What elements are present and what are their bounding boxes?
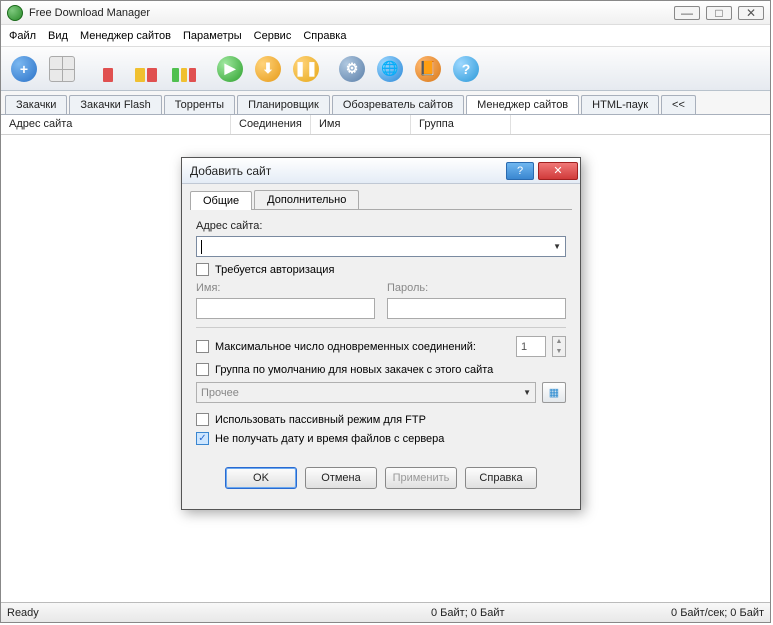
- tab-scheduler[interactable]: Планировщик: [237, 95, 330, 114]
- folder-plus-icon: ▦: [549, 386, 559, 399]
- auth-required-checkbox[interactable]: [196, 263, 209, 276]
- tab-sitemanager[interactable]: Менеджер сайтов: [466, 95, 579, 114]
- no-filedate-label: Не получать дату и время файлов с сервер…: [215, 433, 444, 445]
- schedule-button[interactable]: [129, 52, 163, 86]
- dialog-help-footer-button[interactable]: Справка: [465, 467, 537, 489]
- close-button[interactable]: ✕: [738, 6, 764, 20]
- site-address-label: Адрес сайта:: [196, 220, 566, 232]
- site-address-input[interactable]: ▼: [196, 236, 566, 257]
- cancel-button[interactable]: Отмена: [305, 467, 377, 489]
- book-icon: 📙: [415, 56, 441, 82]
- status-bytes: 0 Байт; 0 Байт: [431, 607, 505, 619]
- add-site-dialog: Добавить сайт ? ✕ Общие Дополнительно Ад…: [181, 157, 581, 510]
- menu-bar: Файл Вид Менеджер сайтов Параметры Серви…: [1, 25, 770, 47]
- tab-torrents[interactable]: Торренты: [164, 95, 235, 114]
- max-connections-spinner[interactable]: ▲▼: [552, 336, 566, 357]
- dialog-close-button[interactable]: ✕: [538, 162, 578, 180]
- menu-help[interactable]: Справка: [303, 30, 346, 42]
- docs-button[interactable]: 📙: [411, 52, 445, 86]
- chevron-down-icon[interactable]: ▼: [553, 242, 561, 251]
- pause-button[interactable]: ❚❚: [289, 52, 323, 86]
- start-button[interactable]: [167, 52, 201, 86]
- ok-button[interactable]: OK: [225, 467, 297, 489]
- tab-flash[interactable]: Закачки Flash: [69, 95, 161, 114]
- default-group-label: Группа по умолчанию для новых закачек с …: [215, 364, 493, 376]
- settings-button[interactable]: ⚙: [335, 52, 369, 86]
- dialog-footer: OK Отмена Применить Справка: [190, 457, 572, 501]
- chevron-down-icon: ▼: [523, 388, 531, 397]
- plus-icon: +: [11, 56, 37, 82]
- tab-collapse[interactable]: <<: [661, 95, 696, 114]
- maximize-button[interactable]: □: [706, 6, 732, 20]
- start-icon: [171, 56, 197, 82]
- pause-icon: ❚❚: [293, 56, 319, 82]
- apply-button[interactable]: Применить: [385, 467, 457, 489]
- password-input[interactable]: [387, 298, 566, 319]
- play-icon: ▶: [217, 56, 243, 82]
- tab-htmlspider[interactable]: HTML-паук: [581, 95, 659, 114]
- dialog-tab-advanced[interactable]: Дополнительно: [254, 190, 359, 209]
- no-filedate-checkbox[interactable]: [196, 432, 209, 445]
- globe-icon: 🌐: [377, 56, 403, 82]
- gear-icon: ⚙: [339, 56, 365, 82]
- batch-button[interactable]: [45, 52, 79, 86]
- default-group-checkbox[interactable]: [196, 363, 209, 376]
- max-connections-input[interactable]: [516, 336, 546, 357]
- dialog-title-bar[interactable]: Добавить сайт ? ✕: [182, 158, 580, 184]
- auth-required-label: Требуется авторизация: [215, 264, 334, 276]
- main-tabs: Закачки Закачки Flash Торренты Планировщ…: [1, 91, 770, 115]
- stop-icon: [95, 56, 121, 82]
- minimize-button[interactable]: —: [674, 6, 700, 20]
- tab-sitebrowser[interactable]: Обозреватель сайтов: [332, 95, 464, 114]
- title-bar: Free Download Manager — □ ✕: [1, 1, 770, 25]
- stop-button[interactable]: [91, 52, 125, 86]
- download-icon: ⬇: [255, 56, 281, 82]
- max-connections-label: Максимальное число одновременных соедине…: [215, 341, 510, 353]
- browser-button[interactable]: 🌐: [373, 52, 407, 86]
- username-label: Имя:: [196, 282, 375, 294]
- col-group[interactable]: Группа: [411, 115, 511, 134]
- help-icon: ?: [453, 56, 479, 82]
- col-connections[interactable]: Соединения: [231, 115, 311, 134]
- dialog-help-button[interactable]: ?: [506, 162, 534, 180]
- menu-file[interactable]: Файл: [9, 30, 36, 42]
- menu-view[interactable]: Вид: [48, 30, 68, 42]
- password-label: Пароль:: [387, 282, 566, 294]
- tab-downloads[interactable]: Закачки: [5, 95, 67, 114]
- col-address[interactable]: Адрес сайта: [1, 115, 231, 134]
- group-select-value: Прочее: [201, 387, 239, 399]
- download-button[interactable]: ⬇: [251, 52, 285, 86]
- grid-icon: [49, 56, 75, 82]
- dialog-title: Добавить сайт: [190, 164, 502, 178]
- text-cursor: [201, 240, 202, 254]
- add-download-button[interactable]: +: [7, 52, 41, 86]
- ftp-passive-label: Использовать пассивный режим для FTP: [215, 414, 426, 426]
- add-group-button[interactable]: ▦: [542, 382, 566, 403]
- dialog-tab-general[interactable]: Общие: [190, 191, 252, 210]
- status-bar: Ready 0 Байт; 0 Байт 0 Байт/сек; 0 Байт: [1, 602, 770, 622]
- app-icon: [7, 5, 23, 21]
- group-select[interactable]: Прочее ▼: [196, 382, 536, 403]
- col-name[interactable]: Имя: [311, 115, 411, 134]
- help-button[interactable]: ?: [449, 52, 483, 86]
- toolbar: + ▶ ⬇ ❚❚ ⚙ 🌐 📙 ?: [1, 47, 770, 91]
- dialog-tabs: Общие Дополнительно: [190, 190, 572, 210]
- menu-service[interactable]: Сервис: [254, 30, 292, 42]
- ftp-passive-checkbox[interactable]: [196, 413, 209, 426]
- username-input[interactable]: [196, 298, 375, 319]
- status-ready: Ready: [7, 607, 39, 619]
- max-connections-checkbox[interactable]: [196, 340, 209, 353]
- schedule-icon: [133, 56, 159, 82]
- menu-options[interactable]: Параметры: [183, 30, 242, 42]
- play-button[interactable]: ▶: [213, 52, 247, 86]
- list-header: Адрес сайта Соединения Имя Группа: [1, 115, 770, 135]
- app-title: Free Download Manager: [29, 7, 674, 19]
- status-speed: 0 Байт/сек; 0 Байт: [671, 607, 764, 619]
- menu-sitemanager[interactable]: Менеджер сайтов: [80, 30, 171, 42]
